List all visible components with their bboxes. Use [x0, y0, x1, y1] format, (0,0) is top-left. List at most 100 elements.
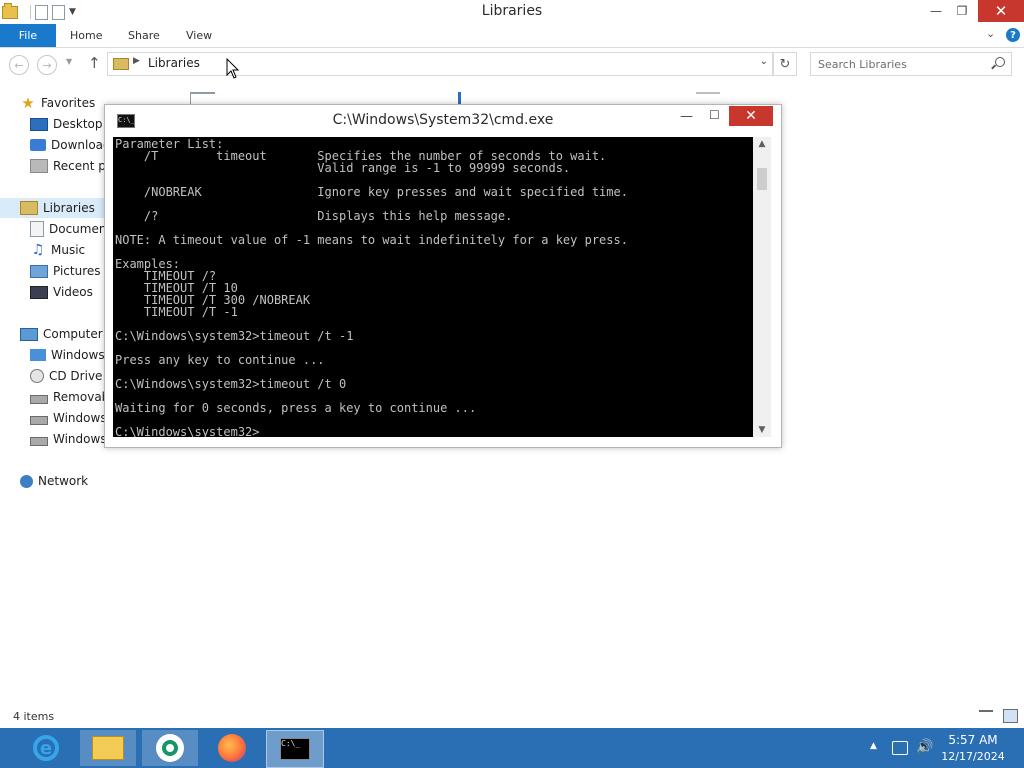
breadcrumb-libraries[interactable]: Libraries — [148, 56, 200, 70]
up-button[interactable]: ↑ — [88, 54, 101, 72]
computer-icon — [20, 327, 38, 341]
show-hidden-icons-arrow-icon[interactable]: ▲ — [870, 741, 877, 751]
navigation-pane: ★ Favorites Desktop Download Recent pla … — [0, 90, 104, 510]
restore-button[interactable]: ❐ — [950, 0, 974, 22]
command-prompt-icon: C:\_ — [280, 738, 310, 760]
expand-ribbon-chevron-icon[interactable]: ⌄ — [986, 27, 995, 40]
clock-date[interactable]: 12/17/2024 — [930, 750, 1016, 763]
nav-computer[interactable]: Computer — [20, 324, 103, 344]
cd-drive-icon — [30, 369, 44, 383]
recent-locations-chevron-icon[interactable]: ▼ — [66, 57, 72, 66]
cmd-title-bar[interactable]: C:\_ C:\Windows\System32\cmd.exe — ☐ ✕ — [105, 105, 781, 137]
console-output-area[interactable]: Parameter List: /T timeout Specifies the… — [113, 137, 753, 437]
documents-icon — [30, 221, 44, 237]
forward-button[interactable]: → — [37, 55, 57, 75]
nav-network[interactable]: Network — [20, 471, 88, 491]
status-item-count: 4 items — [13, 710, 55, 723]
videos-icon — [30, 285, 48, 299]
window-title: Libraries — [481, 3, 543, 19]
nav-favorites[interactable]: ★ Favorites — [20, 93, 95, 113]
nav-label: Download — [51, 138, 104, 152]
network-icon — [20, 474, 33, 488]
breadcrumb-chevron-icon[interactable]: ▶ — [133, 56, 140, 66]
tab-file[interactable]: File — [0, 24, 56, 47]
cmd-window[interactable]: C:\_ C:\Windows\System32\cmd.exe — ☐ ✕ P… — [104, 104, 782, 448]
nav-music[interactable]: ♫ Music — [30, 240, 85, 260]
cmd-minimize-button[interactable]: — — [680, 109, 693, 124]
refresh-button[interactable]: ↻ — [773, 52, 797, 76]
nav-label: Pictures — [53, 264, 101, 278]
explorer-title-bar: ▼ Libraries — ❐ ✕ — [0, 0, 1024, 24]
nav-removable-drive[interactable]: Removabl — [30, 387, 104, 407]
nav-recent-places[interactable]: Recent pla — [30, 156, 104, 176]
address-bar[interactable]: ▶ Libraries ⌄ — [107, 52, 773, 76]
ribbon-tabs: File Home Share View ⌄ ? — [0, 24, 1024, 48]
help-icon[interactable]: ? — [1006, 28, 1020, 42]
pictures-icon — [30, 264, 48, 278]
search-icon[interactable] — [995, 57, 1005, 67]
taskbar-command-prompt[interactable]: C:\_ — [266, 730, 324, 768]
search-input[interactable] — [811, 53, 990, 75]
tab-home[interactable]: Home — [70, 29, 102, 42]
nav-label: Windows — [53, 432, 104, 446]
console-text: Parameter List: /T timeout Specifies the… — [115, 137, 628, 437]
nav-label: Recent pla — [53, 159, 104, 173]
internet-explorer-icon: e — [33, 735, 59, 761]
close-button[interactable]: ✕ — [978, 0, 1024, 22]
libraries-icon — [113, 58, 129, 70]
cmd-maximize-button[interactable]: ☐ — [709, 108, 720, 122]
network-tray-icon[interactable] — [892, 741, 908, 755]
nav-label: Documen — [49, 222, 104, 236]
nav-desktop[interactable]: Desktop — [30, 114, 103, 134]
firefox-icon — [218, 734, 246, 762]
console-scrollbar[interactable]: ▲ ▼ — [753, 137, 771, 437]
address-dropdown-icon[interactable]: ⌄ — [760, 56, 768, 67]
nav-drive-windows-2[interactable]: Windows — [30, 408, 104, 428]
nav-videos[interactable]: Videos — [30, 282, 93, 302]
search-box[interactable] — [810, 52, 1012, 76]
scrollbar-thumb[interactable] — [757, 168, 767, 190]
nav-label: Favorites — [41, 96, 96, 110]
nav-label: Music — [51, 243, 86, 257]
file-explorer-icon — [92, 736, 124, 760]
large-icons-view-icon[interactable] — [1003, 709, 1018, 723]
cmd-close-button[interactable]: ✕ — [729, 106, 773, 126]
nav-label: Network — [38, 474, 89, 488]
drive-icon — [30, 415, 48, 425]
nav-pictures[interactable]: Pictures — [30, 261, 101, 281]
windows-drive-icon — [30, 349, 46, 361]
nav-label: Desktop — [53, 117, 103, 131]
star-icon: ★ — [21, 94, 35, 112]
nav-documents[interactable]: Documen — [30, 219, 104, 239]
clock-time[interactable]: 5:57 AM — [930, 733, 1016, 747]
tab-share[interactable]: Share — [128, 29, 160, 42]
nav-drive-windows-3[interactable]: Windows — [30, 429, 104, 449]
taskbar-file-explorer[interactable] — [80, 730, 136, 766]
nav-libraries[interactable]: Libraries — [20, 198, 95, 218]
details-view-icon[interactable] — [979, 710, 993, 724]
nav-label: Windows — [53, 411, 104, 425]
desktop-icon — [30, 117, 48, 131]
tab-view[interactable]: View — [186, 29, 212, 42]
taskbar-firefox[interactable] — [204, 730, 260, 766]
nav-cd-drive[interactable]: CD Drive ( — [30, 366, 104, 386]
nav-downloads[interactable]: Download — [30, 135, 104, 155]
drive-icon — [30, 436, 48, 446]
libraries-icon — [20, 201, 38, 215]
minimize-button[interactable]: — — [924, 0, 948, 22]
library-items-area — [190, 92, 770, 106]
downloads-icon — [30, 139, 46, 151]
taskbar: e C:\_ ▲ 🔊 5:57 AM 12/17/2024 — [0, 728, 1024, 768]
scroll-up-arrow-icon[interactable]: ▲ — [753, 139, 771, 149]
back-button[interactable]: ← — [9, 55, 29, 75]
taskbar-internet-explorer[interactable]: e — [18, 730, 74, 766]
nav-label: Computer — [43, 327, 103, 341]
nav-drive-windows-1[interactable]: Windows — [30, 345, 104, 365]
music-library-icon[interactable] — [458, 92, 485, 104]
app-icon — [156, 734, 184, 762]
taskbar-app[interactable] — [142, 730, 198, 766]
nav-label: Libraries — [43, 201, 95, 215]
recent-places-icon — [30, 159, 48, 173]
mouse-cursor-icon — [226, 58, 240, 79]
scroll-down-arrow-icon[interactable]: ▼ — [753, 425, 771, 435]
